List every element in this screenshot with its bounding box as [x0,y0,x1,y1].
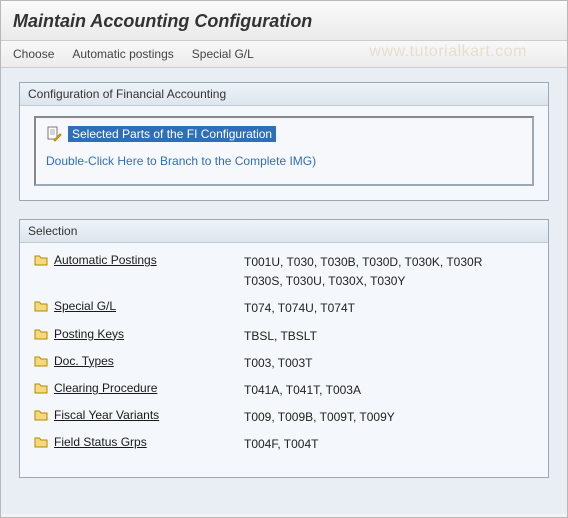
selection-row-left: Clearing Procedure [34,381,244,395]
content-area: Configuration of Financial Accounting [1,68,567,514]
selection-row-left: Doc. Types [34,354,244,368]
selection-row: Automatic Postings T001U, T030, T030B, T0… [34,253,534,291]
folder-icon [34,355,48,367]
selection-tables: T009, T009B, T009T, T009Y [244,408,534,427]
selection-row-left: Field Status Grps [34,435,244,449]
selection-row: Special G/L T074, T074U, T074T [34,299,534,318]
selection-row-left: Fiscal Year Variants [34,408,244,422]
config-panel-title: Configuration of Financial Accounting [20,83,548,106]
menu-choose[interactable]: Choose [13,47,54,61]
selection-link[interactable]: Automatic Postings [54,253,157,267]
selection-link[interactable]: Special G/L [54,299,116,313]
selection-row-left: Automatic Postings [34,253,244,267]
app-window: Maintain Accounting Configuration Choose… [0,0,568,518]
watermark: www.tutorialkart.com [369,43,527,61]
selection-tables: T074, T074U, T074T [244,299,534,318]
menu-special-gl[interactable]: Special G/L [192,47,254,61]
selection-body: Automatic Postings T001U, T030, T030B, T0… [20,243,548,477]
document-edit-icon [46,126,62,142]
folder-icon [34,254,48,266]
selection-link[interactable]: Field Status Grps [54,435,147,449]
selection-row: Fiscal Year Variants T009, T009B, T009T, … [34,408,534,427]
selection-tables: T003, T003T [244,354,534,373]
branch-link[interactable]: Double-Click Here to Branch to the Compl… [46,154,316,168]
selection-tables: T004F, T004T [244,435,534,454]
selection-row: Doc. Types T003, T003T [34,354,534,373]
folder-icon [34,382,48,394]
selection-row-left: Special G/L [34,299,244,313]
config-inner-box: Selected Parts of the FI Configuration D… [34,116,534,186]
folder-icon [34,300,48,312]
folder-icon [34,409,48,421]
selection-tables: T001U, T030, T030B, T030D, T030K, T030R … [244,253,534,291]
selection-panel: Selection Automatic Postings T001U, T030,… [19,219,549,478]
menu-automatic-postings[interactable]: Automatic postings [72,47,173,61]
page-title: Maintain Accounting Configuration [1,1,567,41]
selection-link[interactable]: Doc. Types [54,354,114,368]
selection-link[interactable]: Posting Keys [54,327,124,341]
selected-row: Selected Parts of the FI Configuration [46,126,522,142]
menubar: Choose Automatic postings Special G/L ww… [1,41,567,68]
config-panel: Configuration of Financial Accounting [19,82,549,201]
selection-tables: TBSL, TBSLT [244,327,534,346]
selection-tables: T041A, T041T, T003A [244,381,534,400]
selection-link[interactable]: Clearing Procedure [54,381,157,395]
selection-link[interactable]: Fiscal Year Variants [54,408,159,422]
selection-row: Clearing Procedure T041A, T041T, T003A [34,381,534,400]
selection-row-left: Posting Keys [34,327,244,341]
selection-row: Posting Keys TBSL, TBSLT [34,327,534,346]
folder-icon [34,328,48,340]
selected-parts-label: Selected Parts of the FI Configuration [68,126,276,142]
selection-panel-title: Selection [20,220,548,243]
folder-icon [34,436,48,448]
selection-row: Field Status Grps T004F, T004T [34,435,534,454]
config-panel-body: Selected Parts of the FI Configuration D… [20,106,548,200]
